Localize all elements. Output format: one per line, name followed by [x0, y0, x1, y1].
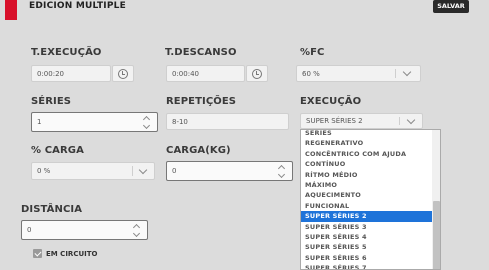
select-divider	[132, 166, 133, 176]
dropdown-option[interactable]: CONCÊNTRICO COM AJUDA	[301, 149, 432, 159]
select-divider	[395, 69, 396, 78]
stepper-down-icon[interactable]	[132, 229, 141, 238]
t-descanso-clock-button[interactable]	[246, 65, 268, 82]
stepper-down-icon[interactable]	[142, 121, 151, 130]
clock-icon	[252, 69, 262, 79]
execucao-label: EXECUÇÃO	[300, 96, 362, 107]
dropdown-option[interactable]: REGENERATIVO	[301, 138, 432, 148]
distancia-stepper[interactable]: 0	[21, 220, 148, 240]
dropdown-option[interactable]: SUPER SÉRIES 5	[301, 242, 432, 252]
scrollbar-thumb[interactable]	[433, 201, 440, 269]
em-circuito-checkbox[interactable]	[33, 249, 42, 258]
t-descanso-value: 0:00:40	[172, 69, 199, 78]
fc-label: %FC	[300, 47, 325, 58]
chevron-down-icon	[138, 165, 148, 175]
t-execucao-label: T.EXECUÇÃO	[31, 47, 102, 58]
em-circuito-label: EM CIRCUITO	[46, 250, 98, 258]
chevron-down-icon	[406, 115, 416, 125]
dropdown-option[interactable]: FUNCIONAL	[301, 201, 432, 211]
save-button[interactable]: SALVAR	[433, 0, 469, 13]
chevron-down-icon	[402, 67, 412, 77]
dropdown-option[interactable]: RÍTMO MÉDIO	[301, 170, 432, 180]
dropdown-option[interactable]: SUPER SÉRIES 7	[301, 263, 432, 269]
t-execucao-value: 0:00:20	[37, 69, 64, 78]
dropdown-option[interactable]: SUPER SÉRIES 3	[301, 222, 432, 232]
dropdown-option[interactable]: CONTÍNUO	[301, 159, 432, 169]
carga-kg-label: CARGA(KG)	[166, 145, 231, 156]
series-value: 1	[37, 118, 42, 126]
fc-value: 60 %	[302, 69, 320, 78]
dropdown-option[interactable]: MÁXIMO	[301, 180, 432, 190]
execucao-value: SUPER SÉRIES 2	[306, 117, 363, 125]
dropdown-option[interactable]: AQUECIMENTO	[301, 190, 432, 200]
clock-icon	[118, 69, 128, 79]
execucao-select[interactable]: SUPER SÉRIES 2	[300, 113, 423, 129]
fc-select[interactable]: 60 %	[296, 65, 421, 82]
dropdown-option[interactable]: SUPER SÉRIES 2	[301, 211, 432, 222]
t-execucao-clock-button[interactable]	[112, 65, 134, 82]
accent-bar	[5, 0, 17, 20]
repeticoes-input[interactable]: 8-10	[166, 113, 289, 130]
distancia-label: DISTÂNCIA	[21, 204, 83, 215]
distancia-value: 0	[27, 226, 32, 234]
repeticoes-label: REPETIÇÕES	[166, 96, 237, 107]
dropdown-option[interactable]: SÉRIES	[301, 130, 432, 138]
series-stepper[interactable]: 1	[31, 112, 158, 132]
dropdown-option[interactable]: SUPER SÉRIES 4	[301, 232, 432, 242]
dropdown-scrollbar[interactable]	[432, 130, 440, 269]
t-descanso-label: T.DESCANSO	[165, 47, 237, 58]
series-label: SÉRIES	[31, 96, 72, 107]
carga-pct-value: 0 %	[37, 167, 51, 175]
t-descanso-input[interactable]: 0:00:40	[166, 65, 245, 82]
stepper-down-icon[interactable]	[277, 170, 286, 179]
select-divider	[399, 117, 400, 125]
repeticoes-value: 8-10	[172, 117, 188, 126]
dropdown-option[interactable]: SUPER SÉRIES 6	[301, 253, 432, 263]
carga-pct-label: % CARGA	[31, 145, 84, 156]
carga-kg-value: 0	[172, 167, 177, 175]
execucao-dropdown-list[interactable]: SÉRIES REGENERATIVO CONCÊNTRICO COM AJUDA C…	[300, 129, 441, 270]
carga-pct-select[interactable]: 0 %	[31, 162, 155, 180]
carga-kg-stepper[interactable]: 0	[166, 161, 293, 181]
t-execucao-input[interactable]: 0:00:20	[31, 65, 111, 82]
page-title: EDICION MULTIPLE	[29, 1, 126, 11]
